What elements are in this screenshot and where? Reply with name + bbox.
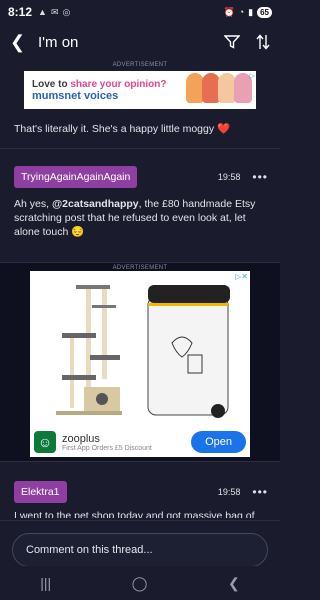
ad-headline: Love to share your opinion? [32, 78, 167, 90]
ad-product-image [56, 285, 230, 418]
wifi-icon: ◔ [238, 7, 245, 17]
post-username[interactable]: Elektra1 [14, 481, 67, 503]
middle-advertisement[interactable]: ADVERTISEMENT ▷✕ ☺ zooplus First App Ord… [0, 262, 280, 462]
filter-icon[interactable] [224, 35, 240, 49]
post-time: 19:58 [217, 172, 241, 182]
nav-back-icon[interactable]: ❮ [228, 575, 240, 592]
heart-emoji: ❤️ [217, 123, 231, 135]
previous-post-text: That's literally it. She's a happy littl… [14, 123, 231, 135]
post-body: Ah yes, @2catsandhappy, the £80 handmade… [14, 198, 256, 238]
mention: @2catsandhappy [51, 198, 139, 210]
voicemail-icon: ◎ [62, 6, 71, 17]
zooplus-logo: ☺ [34, 431, 56, 453]
post: TryingAgainAgainAgain 19:58 ••• Ah yes, … [0, 165, 280, 239]
sort-icon[interactable] [256, 34, 270, 50]
post-username[interactable]: TryingAgainAgainAgain [14, 166, 138, 188]
top-advertisement[interactable]: ADVERTISEMENT Love to share your opinion… [0, 62, 280, 109]
mail-icon: ✉ [50, 6, 59, 17]
ad-card[interactable]: ▷✕ ☺ zooplus First App Orders £5 Discoun… [30, 271, 250, 457]
status-bar: 8:12 ▲ ✉ ◎ ⏰ ◔ ▮ 65 [0, 0, 280, 24]
thread-title: I'm on [38, 33, 79, 51]
status-icons: ⏰ ◔ ▮ 65 [223, 6, 272, 18]
ad-illustration [186, 73, 252, 103]
disappointed-emoji: 😔 [71, 226, 85, 238]
divider [0, 148, 280, 149]
comment-input[interactable]: Comment on this thread... [12, 533, 268, 567]
battery-indicator: 65 [257, 6, 272, 18]
system-nav-bar: ||| ◯ ❮ [0, 566, 280, 600]
signal-icon: ▮ [248, 6, 254, 17]
ad-brand: mumsnet voices [32, 89, 119, 102]
ad-open-button[interactable]: Open [191, 431, 246, 453]
home-icon[interactable]: ◯ [132, 575, 148, 592]
post-body-partial: I went to the pet shop today and got mas… [14, 510, 255, 518]
ad-banner[interactable]: Love to share your opinion? mumsnet voic… [24, 71, 256, 109]
notification-icon: ▲ [38, 7, 47, 17]
post-time: 19:58 [217, 487, 241, 497]
ad-tagline: First App Orders £5 Discount [62, 444, 152, 452]
back-arrow-icon[interactable]: ❮ [10, 32, 32, 53]
more-options-icon[interactable]: ••• [252, 170, 268, 184]
alarm-icon: ⏰ [223, 6, 235, 17]
ad-label: ADVERTISEMENT [112, 62, 168, 68]
ad-cta-row: ☺ zooplus First App Orders £5 Discount O… [30, 427, 250, 457]
status-time: 8:12 [8, 5, 33, 19]
adchoices-icon[interactable]: ▷ [250, 72, 255, 80]
post: Elektra1 19:58 ••• [0, 480, 280, 504]
app-header: ❮ I'm on [0, 24, 280, 60]
recent-apps-icon[interactable]: ||| [40, 575, 51, 591]
ad-brand-name: zooplus [62, 432, 100, 445]
more-options-icon[interactable]: ••• [252, 485, 268, 499]
